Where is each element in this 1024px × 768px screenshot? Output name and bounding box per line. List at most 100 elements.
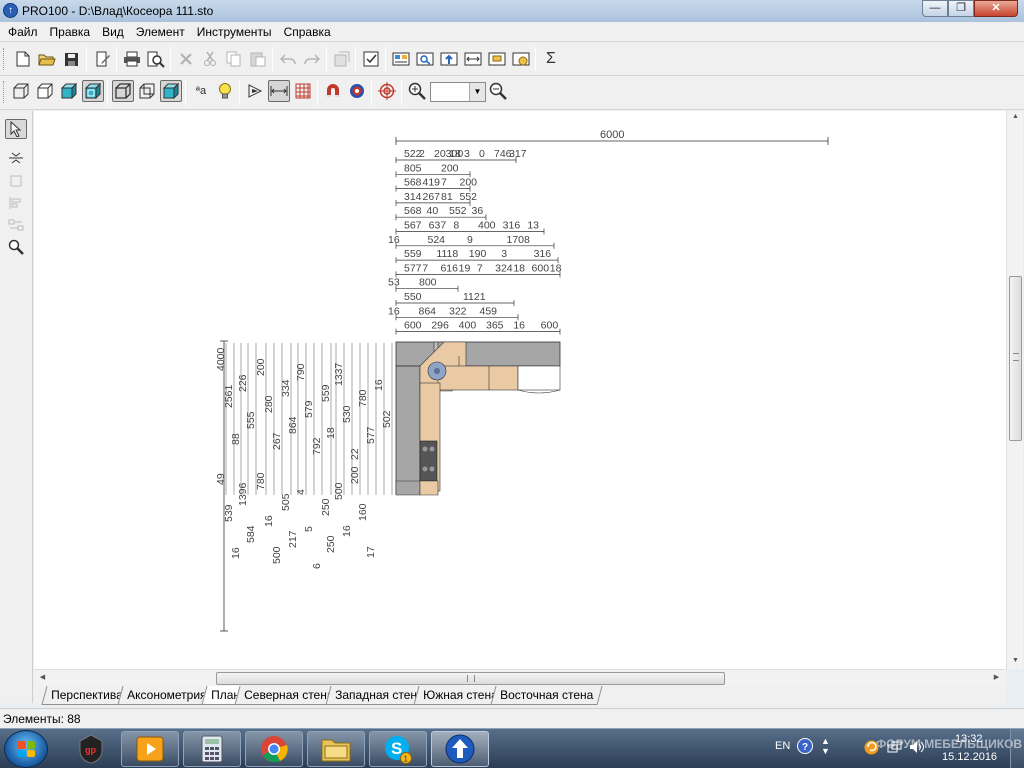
gp-app-icon[interactable]: gp bbox=[62, 731, 120, 767]
close-button[interactable]: ✕ bbox=[974, 0, 1018, 17]
settings-icon[interactable] bbox=[510, 48, 532, 70]
maximize-button[interactable]: ❐ bbox=[948, 0, 974, 17]
horizontal-scrollbar[interactable]: ◀ ▶ bbox=[34, 669, 1006, 686]
back-box-icon[interactable] bbox=[136, 80, 158, 102]
scroll-left-icon[interactable]: ◀ bbox=[34, 673, 51, 681]
refresh-tray-icon[interactable] bbox=[864, 740, 879, 758]
align-icon[interactable] bbox=[5, 193, 27, 213]
auto-dimensions-icon[interactable] bbox=[268, 80, 290, 102]
catalog-icon[interactable] bbox=[390, 48, 412, 70]
zoom-tool-icon[interactable] bbox=[5, 237, 27, 257]
north-countertop[interactable] bbox=[437, 365, 519, 391]
textured-view-icon[interactable] bbox=[82, 80, 104, 102]
delete-icon[interactable] bbox=[175, 48, 197, 70]
scroll-down-icon[interactable]: ▼ bbox=[1007, 657, 1024, 664]
undo-icon[interactable] bbox=[277, 48, 299, 70]
vertical-dimension-label: 530 bbox=[341, 405, 353, 423]
menu-tools[interactable]: Инструменты bbox=[191, 22, 278, 42]
pro100-app-icon[interactable] bbox=[431, 731, 489, 767]
dimension-label: 200 bbox=[460, 177, 478, 189]
horizontal-scroll-thumb[interactable] bbox=[216, 672, 725, 685]
hidden-lines-icon[interactable] bbox=[34, 80, 56, 102]
menu-view[interactable]: Вид bbox=[96, 22, 130, 42]
minimize-button[interactable]: — bbox=[922, 0, 948, 17]
clock-date[interactable]: 15.12.2016 bbox=[942, 751, 997, 763]
pro100-logo-icon[interactable]: ↑ bbox=[3, 3, 18, 18]
menu-element[interactable]: Элемент bbox=[130, 22, 191, 42]
save-icon[interactable] bbox=[60, 48, 82, 70]
show-desktop-button[interactable] bbox=[1010, 729, 1024, 768]
media-player-icon[interactable] bbox=[121, 731, 179, 767]
rotate-icon[interactable] bbox=[5, 171, 27, 191]
menu-file[interactable]: Файл bbox=[2, 22, 44, 42]
skype-icon[interactable]: S1 bbox=[369, 731, 427, 767]
print-preview-icon[interactable] bbox=[145, 48, 167, 70]
zoom-out-icon[interactable] bbox=[487, 80, 509, 102]
copy-icon[interactable] bbox=[223, 48, 245, 70]
print-icon[interactable] bbox=[121, 48, 143, 70]
snap-icon[interactable] bbox=[244, 80, 266, 102]
fridge[interactable] bbox=[517, 365, 561, 391]
new-file-icon[interactable] bbox=[12, 48, 34, 70]
dimensions-icon[interactable] bbox=[462, 48, 484, 70]
scroll-right-icon[interactable]: ▶ bbox=[988, 673, 1005, 681]
west-wall-cabinets[interactable] bbox=[395, 365, 421, 495]
vertical-scrollbar[interactable]: ▲ ▼ bbox=[1006, 111, 1023, 669]
chevron-down-icon[interactable]: ▼ bbox=[469, 83, 485, 101]
vertical-scroll-thumb[interactable] bbox=[1009, 276, 1022, 441]
menu-help[interactable]: Справка bbox=[278, 22, 337, 42]
plan-canvas[interactable]: 6000 522 2 20300 18 3 0 746 317 805 200 568 419 7 200… bbox=[34, 111, 1006, 669]
toolbar-grip[interactable] bbox=[3, 81, 6, 103]
dimension-label: 0 bbox=[479, 148, 485, 160]
export-icon[interactable] bbox=[486, 48, 508, 70]
language-indicator[interactable]: EN bbox=[775, 740, 790, 752]
view-toolbar: ªa ▼ bbox=[0, 76, 1024, 110]
file-explorer-icon[interactable] bbox=[307, 731, 365, 767]
vertical-dimension-label: 579 bbox=[303, 400, 315, 418]
menu-edit[interactable]: Правка bbox=[44, 22, 97, 42]
checklist-icon[interactable] bbox=[360, 48, 382, 70]
scroll-up-icon[interactable]: ▲ bbox=[1007, 113, 1024, 120]
sum-icon[interactable]: Σ bbox=[540, 48, 562, 70]
element-properties-icon[interactable] bbox=[331, 48, 353, 70]
front-box-icon[interactable] bbox=[112, 80, 134, 102]
magnet-icon[interactable] bbox=[322, 80, 344, 102]
toolbar-grip[interactable] bbox=[3, 48, 6, 70]
tab-east-wall[interactable]: Восточная стена bbox=[490, 686, 603, 705]
kitchen-layout[interactable] bbox=[395, 341, 561, 496]
clock-time[interactable]: 13:32 bbox=[955, 733, 983, 745]
help-icon[interactable]: ? bbox=[797, 738, 813, 757]
chrome-icon[interactable] bbox=[245, 731, 303, 767]
vertical-dimension-label: 250 bbox=[320, 498, 332, 516]
distribute-icon[interactable] bbox=[5, 215, 27, 235]
toolbar-separator bbox=[385, 47, 386, 71]
volume-icon[interactable] bbox=[909, 740, 925, 757]
open-folder-icon[interactable] bbox=[36, 48, 58, 70]
crosshair-icon[interactable] bbox=[376, 80, 398, 102]
target-icon[interactable] bbox=[346, 80, 368, 102]
grid-icon[interactable] bbox=[292, 80, 314, 102]
zoom-in-icon[interactable] bbox=[406, 80, 428, 102]
paste-icon[interactable] bbox=[247, 48, 269, 70]
tray-expand-icon[interactable]: ▲ ▼ bbox=[821, 736, 830, 756]
hob-icon[interactable] bbox=[419, 440, 438, 482]
light-bulb-icon[interactable] bbox=[214, 80, 236, 102]
redo-icon[interactable] bbox=[301, 48, 323, 70]
vertical-dimension-label: 49 bbox=[215, 473, 227, 485]
solid-box-icon[interactable] bbox=[160, 80, 182, 102]
wireframe-view-icon[interactable] bbox=[10, 80, 32, 102]
cut-icon[interactable] bbox=[199, 48, 221, 70]
zoom-level-select[interactable]: ▼ bbox=[430, 82, 486, 102]
calculator-icon[interactable] bbox=[183, 731, 241, 767]
vertical-dimension-label: 555 bbox=[245, 411, 257, 429]
text-size-icon[interactable]: ªa bbox=[190, 80, 212, 102]
upload-icon[interactable] bbox=[438, 48, 460, 70]
report-preview-icon[interactable] bbox=[414, 48, 436, 70]
network-icon[interactable] bbox=[887, 741, 903, 758]
properties-icon[interactable] bbox=[92, 48, 114, 70]
select-arrow-icon[interactable] bbox=[5, 119, 27, 139]
mirror-icon[interactable] bbox=[5, 148, 27, 168]
windows-start-icon[interactable] bbox=[4, 730, 48, 768]
north-wall-cabinets[interactable] bbox=[395, 341, 561, 367]
shaded-view-icon[interactable] bbox=[58, 80, 80, 102]
